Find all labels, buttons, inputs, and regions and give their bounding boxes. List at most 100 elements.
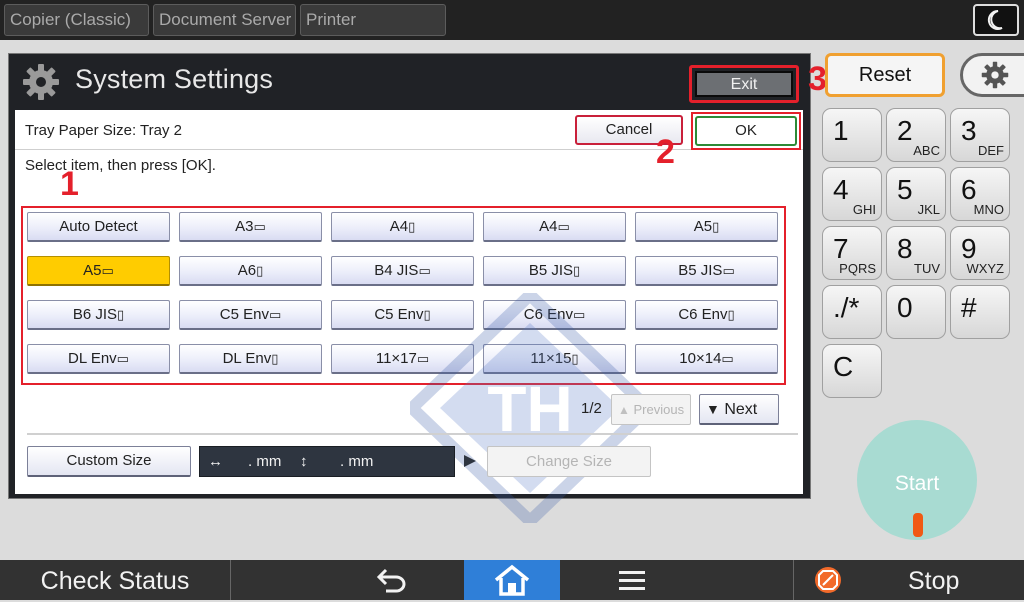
keypad-key[interactable]: 6 MNO [950,167,1010,221]
change-size-button[interactable]: Change Size [487,446,651,477]
paper-size-label: A4 [539,218,558,235]
tab-document-server[interactable]: Document Server [153,4,296,36]
paper-size-button[interactable]: C5 Env▯ [331,300,474,330]
window-title: System Settings [75,64,274,94]
paper-size-button[interactable]: C6 Env▭ [483,300,626,330]
paper-orientation-icon: ▯ [727,307,735,322]
paper-orientation-icon: ▭ [268,307,282,322]
back-arrow-icon [376,568,406,593]
paper-size-label: A5 [693,218,713,235]
play-arrow-icon [464,455,476,467]
paper-size-button[interactable]: Auto Detect [27,212,170,242]
paper-size-button[interactable]: DL Env▯ [179,344,322,374]
key-letters: DEF [978,143,1004,158]
stop-icon [815,567,841,593]
paper-size-grid: Auto Detect A3▭ A4▯ A4▭ A5▯ A5▭ A6▯ B4 JIS▭ B5 J… [21,206,786,385]
paper-size-button[interactable]: A6▯ [179,256,322,286]
key-letters: TUV [914,261,940,276]
paper-size-button[interactable]: A5▯ [635,212,778,242]
paper-orientation-icon: ▭ [116,351,129,366]
keypad-key[interactable]: 3 DEF [950,108,1010,162]
paper-size-button[interactable]: A4▭ [483,212,626,242]
custom-size-field[interactable]: ↔ . mm ↕ . mm [199,446,455,477]
stop-button[interactable]: Stop [793,560,1024,600]
paper-size-button[interactable]: 11×15▯ [483,344,626,374]
ok-button[interactable]: OK [695,116,797,146]
keypad-key[interactable]: 8 TUV [886,226,946,280]
triangle-down-icon: ▼ [706,401,720,417]
paper-orientation-icon: ▯ [712,219,720,234]
menu-button[interactable] [600,560,664,600]
paper-orientation-icon: ▯ [423,307,431,322]
paper-orientation-icon: ▭ [101,263,114,278]
key-label: 2 [897,115,913,146]
previous-label: Previous [633,402,685,417]
keypad-key[interactable]: ./* [822,285,882,339]
paper-size-label: C5 Env [219,306,269,323]
keypad-key[interactable]: C [822,344,882,398]
paper-size-button[interactable]: C5 Env▭ [179,300,322,330]
paper-size-label: A3 [235,218,254,235]
night-mode-button[interactable] [973,4,1019,36]
paper-size-button[interactable]: A5▭ [27,256,170,286]
keypad-key[interactable]: 7 PQRS [822,226,882,280]
paper-size-button[interactable]: 11×17▭ [331,344,474,374]
key-letters: MNO [973,202,1004,217]
paper-size-button[interactable]: 10×14▭ [635,344,778,374]
paper-size-button[interactable]: A4▯ [331,212,474,242]
paper-size-label: B5 JIS [678,262,723,279]
home-button[interactable] [464,560,560,600]
window-title-bar: System Settings Exit [9,54,810,108]
paper-orientation-icon: ▭ [721,351,734,366]
custom-size-button[interactable]: Custom Size [27,446,191,477]
key-label: ./* [833,292,860,323]
key-label: 4 [833,174,849,205]
start-label: Start [894,472,940,495]
key-letters: PQRS [839,261,876,276]
paper-size-label: DL Env [68,350,117,367]
keypad-key[interactable]: 5 JKL [886,167,946,221]
paper-size-label: 10×14 [679,350,722,367]
paper-orientation-icon: ▭ [572,307,586,322]
tab-printer[interactable]: Printer [300,4,446,36]
paper-size-button[interactable]: B5 JIS▭ [635,256,778,286]
paper-size-button[interactable]: B4 JIS▭ [331,256,474,286]
previous-button[interactable]: ▲ Previous [611,394,691,425]
check-status-button[interactable]: Check Status [0,560,231,600]
paper-orientation-icon: ▯ [117,307,125,322]
paper-size-button[interactable]: C6 Env▯ [635,300,778,330]
back-button[interactable] [360,560,424,600]
paper-size-button[interactable]: B5 JIS▯ [483,256,626,286]
reset-button[interactable]: Reset [825,53,945,97]
tab-copier-classic[interactable]: Copier (Classic) [4,4,149,36]
paper-orientation-icon: ▯ [408,219,416,234]
keypad-key[interactable]: 2 ABC [886,108,946,162]
keypad-key[interactable]: 1 [822,108,882,162]
key-label: # [961,292,977,323]
key-letters: JKL [917,202,940,217]
annotation-marker-2: 2 [656,133,675,171]
tray-paper-size-panel: Tray Paper Size: Tray 2 Cancel OK Select… [15,110,803,523]
paper-size-button[interactable]: B6 JIS▯ [27,300,170,330]
settings-button[interactable] [960,53,1024,97]
width-unit: . mm [248,453,282,470]
paper-size-button[interactable]: A3▭ [179,212,322,242]
paper-size-button[interactable]: DL Env▭ [27,344,170,374]
keypad-key[interactable]: 4 GHI [822,167,882,221]
ok-button-highlight: OK [691,112,801,150]
exit-button[interactable]: Exit [695,71,793,97]
page-counter: 1/2 [581,400,602,417]
keypad-key[interactable]: 0 [886,285,946,339]
top-app-bar: Copier (Classic) Document Server Printer [0,0,1024,40]
keypad-key[interactable]: 9 WXYZ [950,226,1010,280]
paper-orientation-icon: ▯ [256,263,264,278]
horizontal-arrows-icon: ↔ [208,453,223,470]
next-button[interactable]: ▼ Next [699,394,779,425]
start-indicator-light [913,513,923,537]
key-letters: GHI [852,202,876,217]
gear-icon [981,61,1009,89]
keypad-key[interactable]: # [950,285,1010,339]
paper-orientation-icon: ▭ [416,351,430,366]
moon-icon [987,9,1003,30]
paper-orientation-icon: ▭ [557,219,570,234]
